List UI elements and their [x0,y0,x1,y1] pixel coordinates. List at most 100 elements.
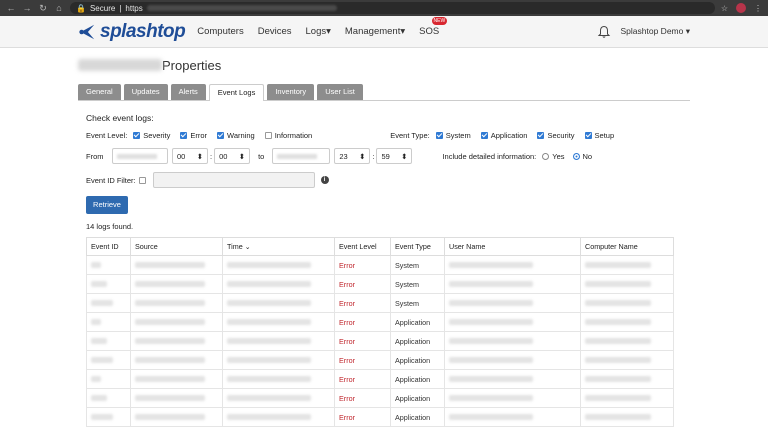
table-row[interactable]: Error System [86,255,674,275]
to-date-input[interactable] [272,148,331,164]
col-source[interactable]: Source [130,237,223,256]
page-title: Properties [78,50,690,80]
menu-icon[interactable]: ⋮ [754,4,762,13]
browser-toolbar: ← → ↻ ⌂ 🔒 Secure | https ☆ ⋮ [0,0,768,16]
table-row[interactable]: Error Application [86,350,674,370]
error-checkbox[interactable] [180,132,188,139]
time-cell [222,369,335,389]
table-row[interactable]: Error Application [86,331,674,351]
logo-text: splashtop [100,20,186,42]
from-minute-select[interactable]: 00 ⬍ [214,148,251,164]
table-row[interactable]: Error System [86,293,674,313]
logs-found-count: 14 logs found. [86,222,134,231]
computer-name-cell [580,350,674,370]
info-icon[interactable]: i [320,176,329,184]
source-cell [130,369,223,389]
table-row[interactable]: Error Application [86,369,674,389]
source-cell [130,407,223,427]
table-row[interactable]: Error System [86,274,674,294]
detail-no-radio[interactable] [572,152,580,160]
tab-general[interactable]: General [78,84,121,100]
secure-label: Secure [89,3,116,13]
event-level-cell: Error [334,293,391,313]
event-log-table: Event ID Source Time ⌄ Event Level Event… [86,237,674,427]
nav-management[interactable]: Management▾ [345,26,405,37]
table-header-row: Event ID Source Time ⌄ Event Level Event… [86,237,674,256]
event-level-cell: Error [334,255,391,275]
user-name-cell [444,255,581,275]
event-id-input[interactable] [152,172,315,188]
tab-inventory[interactable]: Inventory [267,84,315,100]
tab-updates[interactable]: Updates [123,84,168,100]
system-checkbox[interactable] [435,132,443,139]
splashtop-logo[interactable]: splashtop [78,20,186,43]
to-minute-select[interactable]: 59 ⬍ [376,148,413,164]
nav-computers[interactable]: Computers [197,26,243,37]
source-cell [130,312,223,332]
event-type-cell: Application [390,407,445,427]
source-cell [130,274,223,294]
forward-icon[interactable]: → [22,3,32,13]
star-icon[interactable]: ☆ [721,4,728,13]
url-redacted [146,5,337,11]
computer-name-cell [580,274,674,294]
event-type-cell: Application [390,369,445,389]
event-type-cell: Application [390,388,445,408]
user-menu[interactable]: Splashtop Demo ▾ [621,26,690,37]
check-event-logs-heading: Check event logs: [86,113,154,123]
application-checkbox[interactable] [480,132,488,139]
tab-event-logs[interactable]: Event Logs [208,84,265,101]
event-id-checkbox[interactable] [138,176,146,184]
user-name-cell [444,312,581,332]
col-event-type[interactable]: Event Type [390,237,445,256]
table-row[interactable]: Error Application [86,388,674,408]
detail-yes-radio[interactable] [542,152,550,160]
computer-name-cell [580,331,674,351]
nav-devices[interactable]: Devices [258,26,292,37]
from-hour-select[interactable]: 00 ⬍ [172,148,208,164]
information-checkbox[interactable] [264,132,272,139]
to-hour-select[interactable]: 23 ⬍ [334,148,371,164]
warning-checkbox[interactable] [217,132,225,139]
event-level-cell: Error [334,350,391,370]
reload-icon[interactable]: ↻ [38,3,48,14]
tab-user-list[interactable]: User List [317,84,363,100]
col-event-level[interactable]: Event Level [334,237,391,256]
event-level-cell: Error [334,407,391,427]
from-label: From [86,151,104,161]
bell-icon[interactable] [597,25,611,39]
source-cell [130,388,223,408]
retrieve-button[interactable]: Retrieve [86,196,128,214]
computer-name-cell [580,369,674,389]
event-id-cell [86,274,131,294]
nav-sos[interactable]: SOS NEW [419,17,448,37]
table-row[interactable]: Error Application [86,312,674,332]
tab-alerts[interactable]: Alerts [170,84,206,100]
col-computer-name[interactable]: Computer Name [580,237,674,256]
user-name-cell [444,331,581,351]
from-date-input[interactable] [112,148,168,164]
computer-name-cell [580,388,674,408]
event-type-cell: Application [390,331,445,351]
col-user-name[interactable]: User Name [444,237,581,256]
source-cell [130,350,223,370]
time-cell [222,274,335,294]
source-cell [130,331,223,351]
setup-checkbox[interactable] [584,132,592,139]
table-row[interactable]: Error Application [86,407,674,427]
col-event-id[interactable]: Event ID [86,237,131,256]
security-checkbox[interactable] [537,132,545,139]
home-icon[interactable]: ⌂ [54,3,64,13]
event-id-cell [86,312,131,332]
profile-avatar[interactable] [736,3,746,13]
source-cell [130,293,223,313]
time-cell [222,312,335,332]
lock-icon: 🔒 [76,3,86,13]
address-bar[interactable]: 🔒 Secure | https [70,2,715,14]
time-cell [222,407,335,427]
time-cell [222,350,335,370]
severity-checkbox[interactable] [133,132,141,139]
back-icon[interactable]: ← [6,3,16,13]
col-time[interactable]: Time ⌄ [222,237,335,256]
nav-logs[interactable]: Logs▾ [306,26,331,37]
